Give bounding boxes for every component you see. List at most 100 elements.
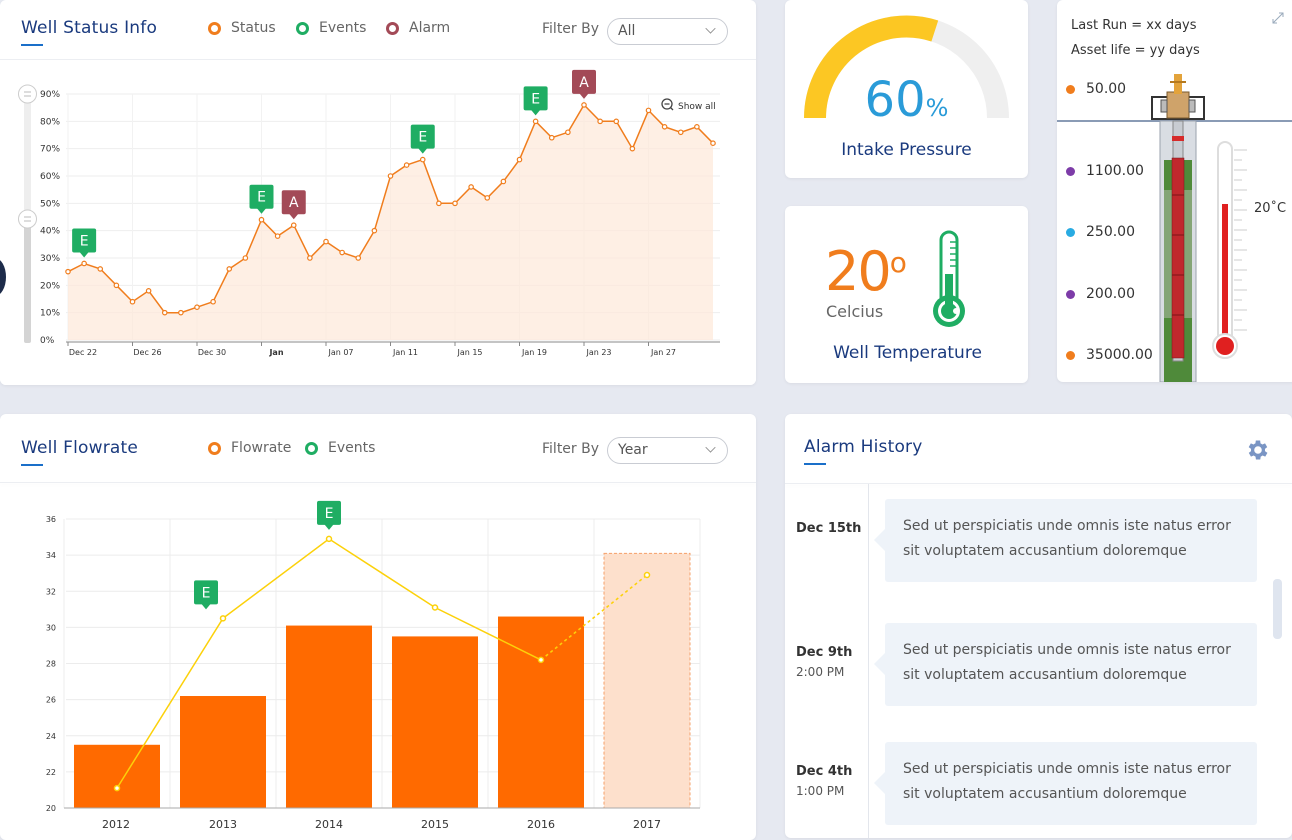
legend-flow-events[interactable]: Events — [305, 440, 375, 456]
y-tick-label: 90% — [40, 90, 60, 100]
temperature-label: Well Temperature — [833, 343, 982, 363]
event-marker[interactable]: E — [194, 580, 218, 610]
reading-dot-icon — [1066, 289, 1075, 299]
alarm-time: 1:00 PM — [796, 784, 845, 798]
data-point — [371, 227, 378, 234]
svg-text:A: A — [579, 75, 589, 91]
data-point — [613, 118, 620, 125]
show-all-label: Show all — [678, 102, 716, 112]
x-tick-label: Jan 23 — [585, 348, 611, 357]
y-tick-label: 28 — [46, 660, 56, 669]
flowrate-bar — [74, 744, 160, 808]
well-reading: 1100.00 — [1066, 163, 1144, 179]
y-tick-label: 40% — [40, 227, 60, 237]
alarm-message: Sed ut perspiciatis unde omnis iste natu… — [874, 623, 1257, 706]
wellhead-icon — [1151, 74, 1205, 120]
flowrate-bar — [180, 696, 266, 808]
legend-flow-events-label: Events — [328, 440, 376, 456]
filter-by-label: Filter By — [542, 21, 600, 37]
range-slider-handle-bottom[interactable] — [18, 209, 37, 229]
y-tick-label: 30 — [46, 623, 56, 632]
data-point — [532, 118, 539, 125]
intake-pressure-card: 60% Intake Pressure — [785, 0, 1028, 178]
data-point — [178, 309, 184, 316]
x-tick-label: Jan 19 — [521, 348, 547, 357]
well-reading: 35000.00 — [1066, 347, 1153, 363]
line-point — [325, 535, 333, 543]
wellbore-diagram — [1057, 74, 1292, 382]
x-tick-label: Jan — [268, 348, 283, 357]
reading-value: 250.00 — [1086, 224, 1135, 240]
x-tick-label: 2013 — [209, 818, 237, 831]
legend-alarm-label: Alarm — [409, 20, 451, 36]
data-point — [387, 173, 394, 179]
flowrate-chart: 20 22 24 26 28 30 32 34 36 2012 2013 2014 2015 2016 2… — [46, 500, 701, 831]
svg-text:E: E — [80, 233, 89, 249]
data-point — [274, 233, 281, 239]
settings-gear-icon[interactable] — [1245, 437, 1271, 463]
data-point — [597, 118, 603, 125]
x-tick-label: Jan 27 — [650, 348, 676, 357]
well-flowrate-card: Well Flowrate Flowrate Events Filter By … — [0, 414, 756, 840]
reading-dot-icon — [1066, 227, 1075, 237]
reading-value: 50.00 — [1086, 81, 1127, 97]
status-filter-select[interactable]: All — [607, 18, 728, 45]
x-tick-label: Jan 15 — [456, 348, 482, 357]
data-point — [307, 255, 313, 261]
alarm-scrollbar[interactable] — [1273, 579, 1282, 639]
flow-filter-select[interactable]: Year — [607, 437, 728, 464]
x-tick-label: 2014 — [315, 818, 343, 831]
alarm-history-card: Alarm History Dec 15th Sed ut perspiciat… — [785, 414, 1292, 838]
well-status-title: Well Status Info — [21, 18, 158, 46]
data-point — [226, 266, 233, 272]
status-filter-value: All — [618, 23, 636, 39]
y-tick-label: 34 — [46, 551, 56, 560]
x-tick-label: 2017 — [633, 818, 661, 831]
y-tick-label: 20% — [40, 281, 60, 291]
legend-alarm[interactable]: Alarm — [386, 20, 450, 36]
data-point — [97, 266, 104, 272]
event-marker[interactable]: E — [317, 500, 341, 530]
data-point — [645, 107, 652, 114]
data-point — [65, 268, 71, 275]
data-point — [500, 178, 507, 185]
range-slider-handle-top[interactable] — [18, 84, 37, 104]
temperature-degree: o — [889, 246, 907, 279]
y-tick-label: 32 — [46, 587, 56, 596]
x-tick-label: 2012 — [102, 818, 130, 831]
reading-dot-icon — [1066, 350, 1075, 360]
x-tick-label: 2016 — [527, 818, 555, 831]
data-point — [210, 298, 216, 305]
svg-text:E: E — [257, 190, 266, 206]
data-point — [339, 249, 345, 256]
alarm-message: Sed ut perspiciatis unde omnis iste natu… — [874, 742, 1257, 825]
flow-filter-by-label: Filter By — [542, 441, 600, 457]
data-point — [258, 216, 265, 223]
y-tick-label: 30% — [40, 254, 60, 264]
x-tick-label: Dec 30 — [198, 348, 226, 357]
well-reading: 50.00 — [1066, 81, 1126, 97]
y-tick-label: 50% — [40, 199, 60, 209]
line-point — [643, 571, 651, 579]
reading-value: 200.00 — [1086, 286, 1135, 302]
legend-status[interactable]: Status — [208, 20, 276, 36]
status-chart: 0% 10% 20% 30% 40% 50% 60% 70% 80% 90% Dec 22 Dec … — [0, 60, 756, 385]
events-legend-icon — [296, 21, 309, 35]
well-thermo-label: 20˚C — [1254, 201, 1287, 216]
data-point — [548, 134, 555, 141]
alarm-time: 2:00 PM — [796, 665, 845, 679]
line-point — [219, 615, 227, 622]
svg-text:E: E — [325, 506, 334, 522]
data-point — [452, 200, 458, 207]
pressure-value: 60% — [785, 72, 1028, 128]
well-temperature-card: 20o Celcius Well Temperature — [785, 206, 1028, 383]
data-point — [677, 129, 684, 136]
data-point — [710, 140, 716, 147]
svg-text:E: E — [531, 91, 540, 107]
legend-flowrate-label: Flowrate — [231, 440, 292, 456]
alarm-legend-icon — [386, 21, 399, 35]
svg-text:E: E — [418, 130, 427, 146]
y-tick-label: 24 — [46, 732, 56, 741]
legend-events[interactable]: Events — [296, 20, 366, 36]
legend-flowrate[interactable]: Flowrate — [208, 440, 291, 456]
